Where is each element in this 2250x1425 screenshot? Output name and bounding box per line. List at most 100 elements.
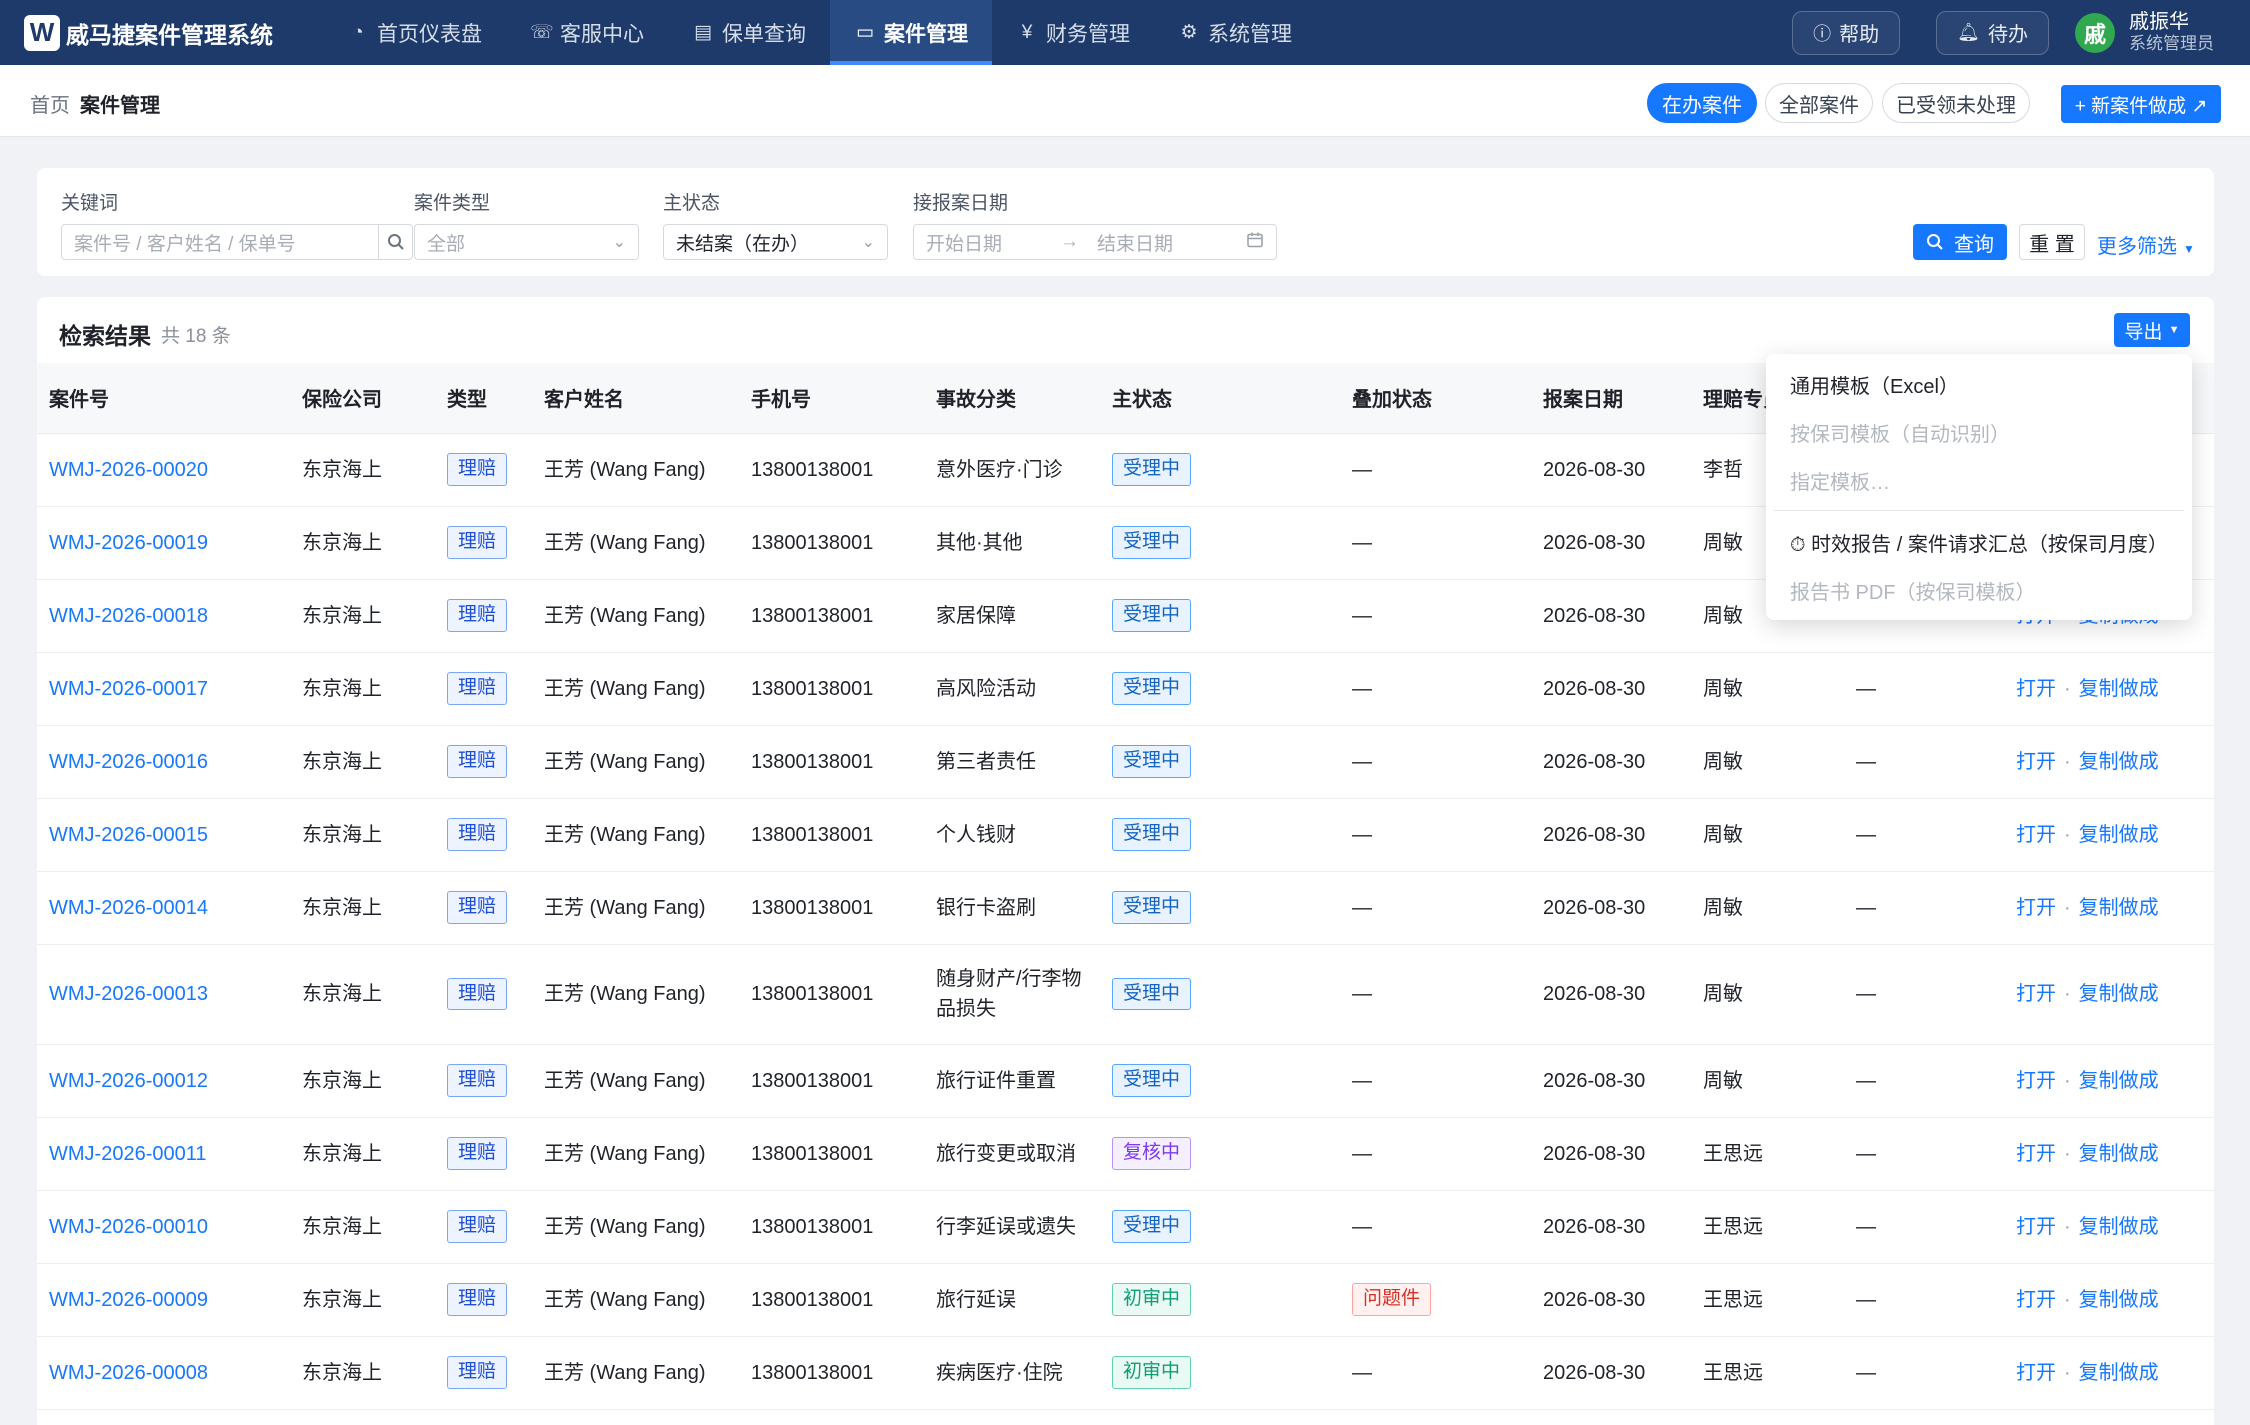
breadcrumb-home[interactable]: 首页 [30, 95, 70, 117]
insurer-cell: 东京海上 [290, 579, 435, 653]
case-number-link[interactable]: WMJ-2026-00019 [37, 506, 290, 580]
case-number-link[interactable]: WMJ-2026-00009 [37, 1263, 290, 1337]
table-row[interactable]: WMJ-2026-00013 东京海上 理赔 王芳 (Wang Fang) 138001… [37, 944, 2214, 1045]
brand[interactable]: W 威马捷案件管理系统 [24, 14, 273, 51]
date-range-input[interactable]: 开始日期 → 结束日期 [913, 224, 1277, 260]
segment-unprocessed[interactable]: 已受领未处理 [1882, 83, 2030, 123]
table-row[interactable]: WMJ-2026-00016 东京海上 理赔 王芳 (Wang Fang) 138001… [37, 725, 2214, 799]
table-row[interactable]: WMJ-2026-00014 东京海上 理赔 王芳 (Wang Fang) 138001… [37, 871, 2214, 945]
user-info[interactable]: 戚振华 系统管理员 [2129, 10, 2214, 54]
status-select[interactable]: 未结案（在办） ⌄ [663, 224, 888, 260]
type-tag: 理赔 [447, 599, 508, 632]
new-case-button[interactable]: + 新案件做成 ↗ [2061, 85, 2221, 123]
type-tag: 理赔 [447, 977, 508, 1011]
date-cell: 2026-08-30 [1531, 433, 1691, 507]
open-link[interactable]: 打开 [2016, 678, 2056, 700]
table-row[interactable]: WMJ-2026-00008 东京海上 理赔 王芳 (Wang Fang) 138001… [37, 1336, 2214, 1410]
nav-item-customer-service[interactable]: ☏ 客服中心 [506, 0, 668, 65]
status-badge-cell: 复核中 [1100, 1117, 1340, 1191]
segment-active-cases[interactable]: 在办案件 [1647, 83, 1757, 123]
open-link[interactable]: 打开 [2016, 897, 2056, 919]
more-filters-link[interactable]: 更多筛选 ▼ [2097, 230, 2195, 259]
insurer-cell: 东京海上 [290, 725, 435, 799]
nav-item-case-management[interactable]: ▭ 案件管理 [830, 0, 992, 65]
case-number-link[interactable]: WMJ-2026-00018 [37, 579, 290, 653]
insurer-cell: 东京海上 [290, 1190, 435, 1264]
open-link[interactable]: 打开 [2016, 1216, 2056, 1238]
segment-all-cases[interactable]: 全部案件 [1765, 83, 1873, 123]
copy-create-link[interactable]: 复制做成 [2079, 1362, 2159, 1384]
table-row[interactable]: WMJ-2026-00009 东京海上 理赔 王芳 (Wang Fang) 138001… [37, 1263, 2214, 1337]
copy-create-link[interactable]: 复制做成 [2079, 1216, 2159, 1238]
case-number-link[interactable]: WMJ-2026-00017 [37, 652, 290, 726]
case-number-link[interactable]: WMJ-2026-00020 [37, 433, 290, 507]
phone-cell: 13800138001 [739, 1190, 924, 1264]
status-badge: 受理中 [1112, 818, 1192, 851]
case-type-select[interactable]: 全部 ⌄ [414, 224, 639, 260]
case-number-link[interactable]: WMJ-2026-00010 [37, 1190, 290, 1264]
actions-cell: 打开 · 复制做成 [2004, 725, 2214, 799]
keyword-input[interactable]: 案件号 / 客户姓名 / 保单号 [61, 224, 413, 260]
actions-cell: 打开 · 复制做成 [2004, 1190, 2214, 1264]
nav-item-system[interactable]: ⚙ 系统管理 [1154, 0, 1316, 65]
case-number-link[interactable]: WMJ-2026-00016 [37, 725, 290, 799]
case-number-link[interactable]: WMJ-2026-00013 [37, 944, 290, 1045]
open-link[interactable]: 打开 [2016, 824, 2056, 846]
status-badge: 受理中 [1112, 526, 1192, 559]
extra-cell: — [1844, 1263, 2004, 1337]
search-icon[interactable] [378, 225, 412, 259]
customer-cell: 王芳 (Wang Fang) [532, 1336, 739, 1410]
phone-cell: 13800138001 [739, 798, 924, 872]
overlay-cell: — [1340, 1117, 1531, 1191]
date-cell: 2026-08-30 [1531, 1190, 1691, 1264]
adjuster-cell: 王思远 [1691, 1190, 1844, 1264]
table-row[interactable]: WMJ-2026-00017 东京海上 理赔 王芳 (Wang Fang) 138001… [37, 652, 2214, 726]
copy-create-link[interactable]: 复制做成 [2079, 824, 2159, 846]
export-general-template[interactable]: 通用模板（Excel） [1790, 370, 1959, 399]
avatar[interactable]: 戚 [2075, 12, 2115, 53]
date-label: 接报案日期 [913, 193, 1009, 214]
todo-button[interactable]: 🔔︎ 待办 [1936, 10, 2049, 55]
type-tag-cell: 理赔 [435, 433, 532, 507]
overlay-cell: — [1340, 1190, 1531, 1264]
category-cell: 高风险活动 [924, 652, 1100, 726]
copy-create-link[interactable]: 复制做成 [2079, 1070, 2159, 1092]
open-link[interactable]: 打开 [2016, 983, 2056, 1005]
table-row[interactable]: WMJ-2026-00011 东京海上 理赔 王芳 (Wang Fang) 138001… [37, 1117, 2214, 1191]
keyword-label: 关键词 [61, 193, 119, 214]
customer-cell: 王芳 (Wang Fang) [532, 433, 739, 507]
nav-item-policy-search[interactable]: ▤ 保单查询 [668, 0, 830, 65]
case-number-link[interactable]: WMJ-2026-00011 [37, 1117, 290, 1191]
open-link[interactable]: 打开 [2016, 751, 2056, 773]
search-button[interactable]: 查询 [1913, 224, 2007, 260]
table-row[interactable]: WMJ-2026-00012 东京海上 理赔 王芳 (Wang Fang) 138001… [37, 1044, 2214, 1118]
copy-create-link[interactable]: 复制做成 [2079, 751, 2159, 773]
category-cell: 旅行证件重置 [924, 1044, 1100, 1118]
copy-create-link[interactable]: 复制做成 [2079, 983, 2159, 1005]
copy-create-link[interactable]: 复制做成 [2079, 897, 2159, 919]
copy-create-link[interactable]: 复制做成 [2079, 1143, 2159, 1165]
category-cell: 意外医疗·门诊 [924, 433, 1100, 507]
table-row[interactable]: WMJ-2026-00010 东京海上 理赔 王芳 (Wang Fang) 138001… [37, 1190, 2214, 1264]
status-badge-cell: 受理中 [1100, 798, 1340, 872]
export-timeliness-report[interactable]: ⏱ 时效报告 / 案件请求汇总（按保司月度） [1790, 528, 2168, 557]
reset-button[interactable]: 重 置 [2019, 224, 2085, 260]
copy-create-link[interactable]: 复制做成 [2079, 678, 2159, 700]
open-link[interactable]: 打开 [2016, 1143, 2056, 1165]
nav-item-dashboard[interactable]: ◔ 首页仪表盘 [323, 0, 506, 65]
export-button[interactable]: 导出 ▼ [2114, 313, 2190, 347]
type-tag: 理赔 [447, 1356, 508, 1389]
copy-create-link[interactable]: 复制做成 [2079, 1289, 2159, 1311]
case-number-link[interactable]: WMJ-2026-00008 [37, 1336, 290, 1410]
open-link[interactable]: 打开 [2016, 1070, 2056, 1092]
help-button[interactable]: ⓘ 帮助 [1792, 10, 1901, 55]
open-link[interactable]: 打开 [2016, 1289, 2056, 1311]
nav-item-finance[interactable]: ¥ 财务管理 [992, 0, 1154, 65]
caret-down-icon: ▼ [2183, 242, 2195, 256]
open-link[interactable]: 打开 [2016, 1362, 2056, 1384]
chat-icon: ☏ [530, 22, 554, 43]
case-number-link[interactable]: WMJ-2026-00012 [37, 1044, 290, 1118]
table-row[interactable]: WMJ-2026-00015 东京海上 理赔 王芳 (Wang Fang) 138001… [37, 798, 2214, 872]
case-number-link[interactable]: WMJ-2026-00014 [37, 871, 290, 945]
case-number-link[interactable]: WMJ-2026-00015 [37, 798, 290, 872]
